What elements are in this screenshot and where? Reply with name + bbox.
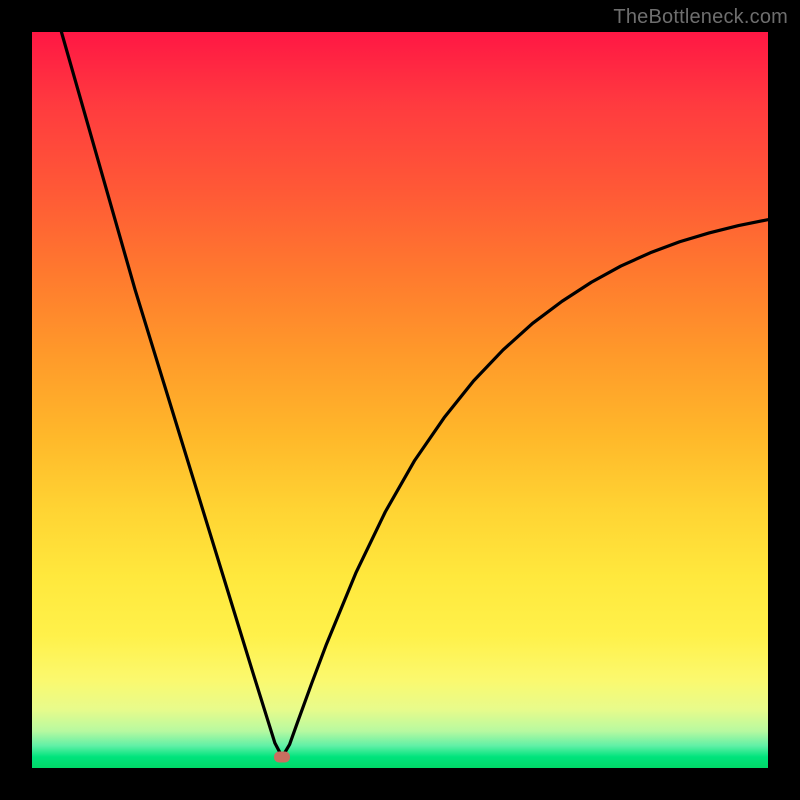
- bottleneck-curve: [32, 32, 768, 768]
- optimal-point-marker: [274, 751, 290, 762]
- chart-frame: TheBottleneck.com: [0, 0, 800, 800]
- watermark-text: TheBottleneck.com: [613, 6, 788, 29]
- chart-plot-area: [32, 32, 768, 768]
